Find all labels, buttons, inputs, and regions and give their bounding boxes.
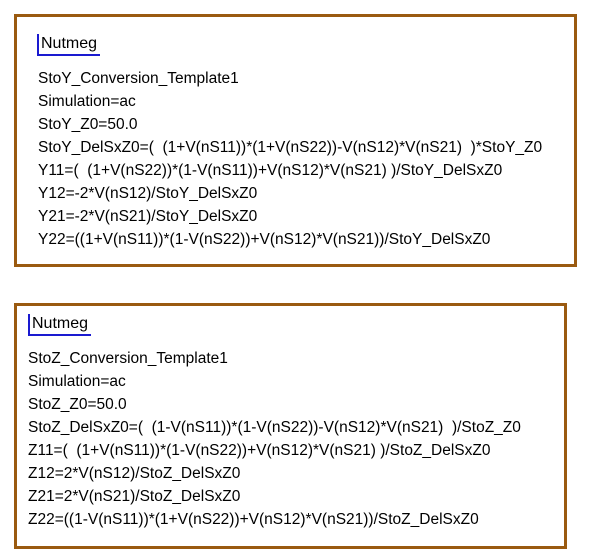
template-name: StoZ_Conversion_Template1 bbox=[28, 350, 228, 367]
y12-equation: Y12=-2*V(nS12)/StoY_DelSxZ0 bbox=[38, 185, 258, 202]
y22-equation: Y22=((1+V(nS11))*(1-V(nS22))+V(nS12)*V(n… bbox=[38, 231, 491, 248]
simulation-param: Simulation=ac bbox=[28, 373, 126, 390]
delsxz0-equation: StoZ_DelSxZ0=( (1-V(nS11))*(1-V(nS22))-V… bbox=[28, 419, 521, 436]
stoz-conversion-block[interactable]: Nutmeg StoZ_Conversion_Template1 Simulat… bbox=[14, 303, 567, 549]
stoy-conversion-block[interactable]: Nutmeg StoY_Conversion_Template1 Simulat… bbox=[14, 14, 577, 267]
z22-equation: Z22=((1-V(nS11))*(1+V(nS22))+V(nS12)*V(n… bbox=[28, 511, 479, 528]
z11-equation: Z11=( (1+V(nS11))*(1-V(nS22))+V(nS12)*V(… bbox=[28, 442, 491, 459]
z21-equation: Z21=2*V(nS21)/StoZ_DelSxZ0 bbox=[28, 488, 241, 505]
template-name: StoY_Conversion_Template1 bbox=[38, 70, 239, 87]
z12-equation: Z12=2*V(nS12)/StoZ_DelSxZ0 bbox=[28, 465, 241, 482]
y11-equation: Y11=( (1+V(nS22))*(1-V(nS11))+V(nS12)*V(… bbox=[38, 162, 503, 179]
z0-param: StoY_Z0=50.0 bbox=[38, 116, 138, 133]
nutmeg-tag: Nutmeg bbox=[37, 34, 101, 56]
z0-param: StoZ_Z0=50.0 bbox=[28, 396, 127, 413]
delsxz0-equation: StoY_DelSxZ0=( (1+V(nS11))*(1+V(nS22))-V… bbox=[38, 139, 543, 156]
nutmeg-tag: Nutmeg bbox=[28, 314, 92, 336]
simulation-param: Simulation=ac bbox=[38, 93, 136, 110]
y21-equation: Y21=-2*V(nS21)/StoY_DelSxZ0 bbox=[38, 208, 258, 225]
